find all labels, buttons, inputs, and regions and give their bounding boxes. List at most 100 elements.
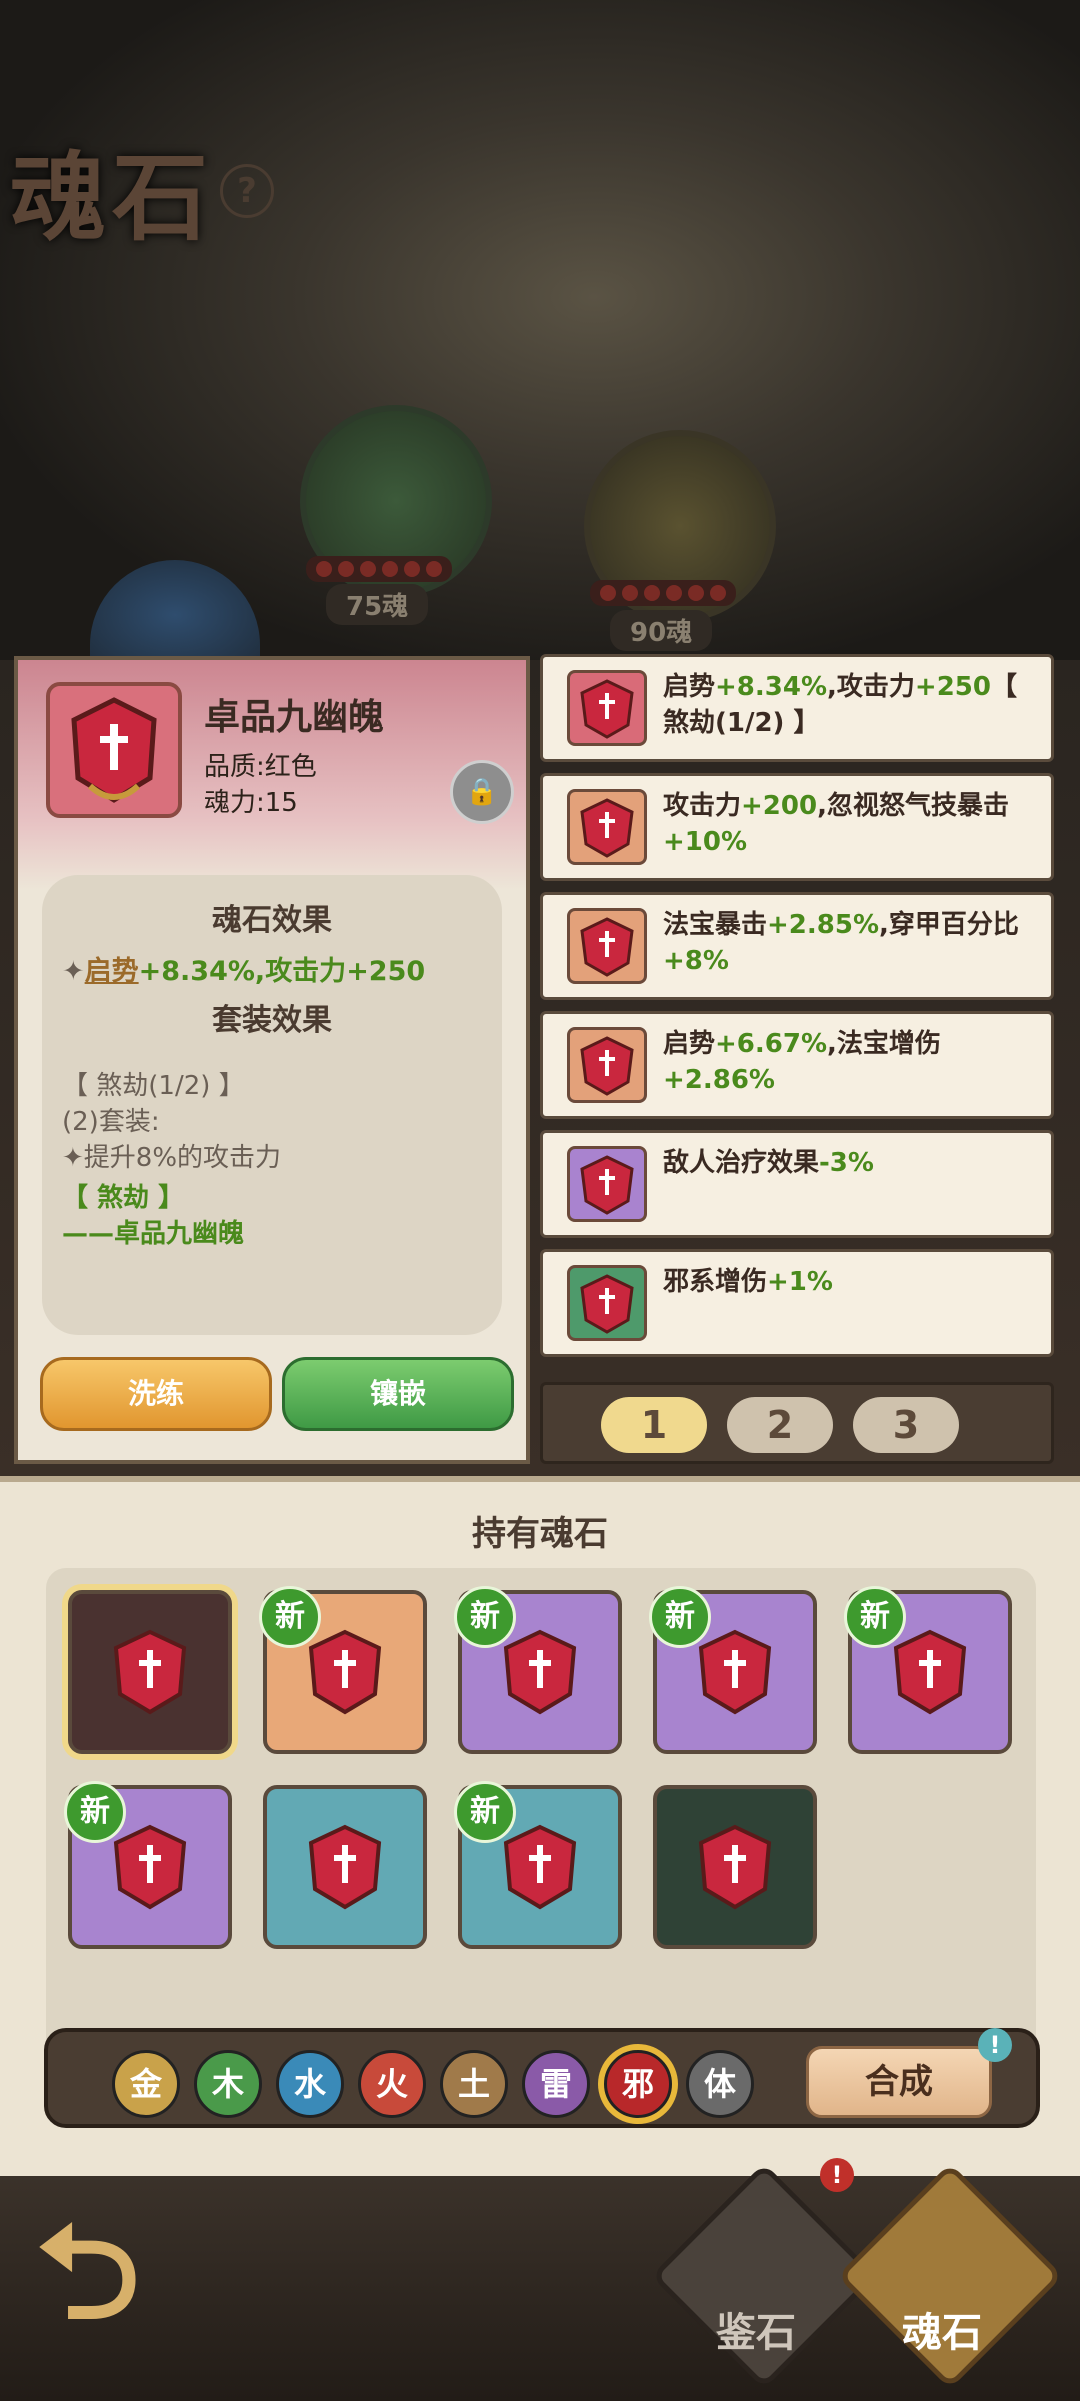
stone-stat-text: 法宝暴击+2.85%,穿甲百分比 +8% (663, 907, 1043, 979)
soulstone-icon (567, 1146, 647, 1222)
stat-label-2: ,忽视怒气技暴击 (817, 791, 1009, 821)
stone-quality: 品质:红色 (204, 752, 317, 782)
stat-value-2: +10% (663, 827, 748, 857)
soulstone-icon (567, 789, 647, 865)
stone-stat-text: 敌人治疗效果-3% (663, 1145, 1043, 1181)
inlay-button[interactable]: 镶嵌 (282, 1357, 514, 1431)
inventory-slot[interactable] (263, 1785, 427, 1949)
gold-orb-label: 90魂 (610, 610, 713, 651)
inventory-slot[interactable]: 新 (649, 1586, 817, 1754)
sparkle-icon: ✦ (62, 1143, 84, 1173)
stat-label: 敌人治疗效果 (663, 1148, 820, 1178)
page-title: 魂石 (10, 141, 214, 254)
appraise-alert-icon: ! (820, 2158, 854, 2192)
inventory-slot[interactable]: 新 (454, 1781, 622, 1949)
stat-value: -3% (819, 1148, 874, 1178)
stat-value-2: +2.86% (663, 1065, 775, 1095)
effect-line: ✦启势+8.34%,攻击力+250 (62, 949, 425, 988)
stone-power: 魂力:15 (204, 788, 298, 818)
inventory-slot[interactable] (68, 1590, 232, 1754)
soulstone-icon (308, 1824, 382, 1910)
filter-6[interactable]: 邪 (604, 2050, 672, 2118)
stone-stat-text: 邪系增伤+1% (663, 1264, 1043, 1300)
effect-val-1: +8.34%, (138, 956, 266, 987)
stat-value: +200 (741, 791, 818, 821)
filter-3[interactable]: 火 (358, 2050, 426, 2118)
stone-stat-card[interactable]: 启势+6.67%,法宝增伤 +2.86% (540, 1011, 1054, 1119)
tab-page-3[interactable]: 3 (853, 1397, 959, 1453)
stat-value: +6.67% (715, 1029, 828, 1059)
new-badge: 新 (259, 1586, 321, 1648)
new-badge: 新 (649, 1586, 711, 1648)
set-bonus-line: ✦提升8%的攻击力 (62, 1137, 281, 1174)
nav-soulstone-label[interactable]: 魂石 (862, 2300, 1022, 2358)
stat-value-2: +8% (663, 946, 729, 976)
inventory-slot[interactable]: 新 (844, 1586, 1012, 1754)
inventory-slot[interactable] (653, 1785, 817, 1949)
stone-stat-text: 攻击力+200,忽视怒气技暴击 +10% (663, 788, 1043, 860)
filter-1[interactable]: 木 (194, 2050, 262, 2118)
wood-orb-dots (306, 556, 452, 582)
soulstone-icon (698, 1824, 772, 1910)
stone-name: 卓品九幽魄 (204, 697, 385, 738)
effect-title: 魂石效果 (212, 903, 332, 938)
effect-val-2: +250 (346, 956, 426, 987)
inventory-grid: 新新新新新新 (46, 1568, 1036, 2088)
new-badge: 新 (454, 1586, 516, 1648)
stone-detail-panel: 卓品九幽魄 品质:红色 魂力:15 🔒 魂石效果 ✦启势+8.34%,攻击力+2… (14, 656, 530, 1464)
stat-label: 启势 (663, 672, 716, 702)
stone-stat-card[interactable]: 攻击力+200,忽视怒气技暴击 +10% (540, 773, 1054, 881)
page-tabs: 1 2 3 (540, 1382, 1054, 1464)
stone-stat-text: 启势+6.67%,法宝增伤 +2.86% (663, 1026, 1043, 1098)
stat-label: 攻击力 (663, 791, 742, 821)
tab-page-2[interactable]: 2 (727, 1397, 833, 1453)
stat-value: +2.85% (767, 910, 880, 940)
gold-orb-dots (590, 580, 736, 606)
filter-4[interactable]: 土 (440, 2050, 508, 2118)
set-bonus: 提升8%的攻击力 (83, 1143, 282, 1173)
stat-label-2: ,穿甲百分比 (879, 910, 1019, 940)
soulstone-icon (567, 908, 647, 984)
stone-stat-card[interactable]: 启势+8.34%,攻击力+250【 煞劫(1/2) 】 (540, 654, 1054, 762)
tab-page-1[interactable]: 1 (601, 1397, 707, 1453)
stat-label: 法宝暴击 (663, 910, 768, 940)
help-icon[interactable]: ? (220, 164, 274, 218)
combine-button[interactable]: 合成 (806, 2046, 992, 2118)
filter-2[interactable]: 水 (276, 2050, 344, 2118)
wash-button[interactable]: 洗练 (40, 1357, 272, 1431)
stone-preview-icon (46, 682, 182, 818)
effect-stat-2: 攻击力 (265, 956, 347, 987)
soulstone-icon (567, 670, 647, 746)
set-name: 【 煞劫(1/2) 】 (62, 1071, 245, 1101)
set-count: (2)套装: (62, 1107, 160, 1137)
soulstone-icon (113, 1629, 187, 1715)
set-title: 套装效果 (212, 1003, 332, 1038)
stat-value-2: +250 (914, 672, 991, 702)
wood-orb-label: 75魂 (326, 584, 429, 625)
soulstone-icon (567, 1265, 647, 1341)
lock-icon[interactable]: 🔒 (450, 760, 514, 824)
new-badge: 新 (844, 1586, 906, 1648)
nav-appraise-label[interactable]: 鉴石 (676, 2300, 836, 2358)
back-arrow-icon[interactable]: ⮌ (36, 2202, 176, 2342)
stat-label-2: ,法宝增伤 (827, 1029, 941, 1059)
combine-alert-icon: ! (978, 2028, 1012, 2062)
filter-5[interactable]: 雷 (522, 2050, 590, 2118)
effect-box: 魂石效果 ✦启势+8.34%,攻击力+250 套装效果 【 煞劫(1/2) 】 … (42, 875, 502, 1335)
effect-stat-1[interactable]: 启势 (85, 956, 139, 987)
stat-value: +1% (767, 1267, 833, 1297)
sparkle-icon: ✦ (62, 956, 85, 987)
inventory-slot[interactable]: 新 (454, 1586, 622, 1754)
set-tag: 【 煞劫 】 (62, 1183, 185, 1213)
filter-7[interactable]: 体 (686, 2050, 754, 2118)
stat-label: 启势 (663, 1029, 716, 1059)
inventory-slot[interactable]: 新 (64, 1781, 232, 1949)
stat-value: +8.34% (715, 672, 828, 702)
inventory-slot[interactable]: 新 (259, 1586, 427, 1754)
stone-stat-card[interactable]: 法宝暴击+2.85%,穿甲百分比 +8% (540, 892, 1054, 1000)
stone-stat-card[interactable]: 邪系增伤+1% (540, 1249, 1054, 1357)
filter-0[interactable]: 金 (112, 2050, 180, 2118)
stat-label: 邪系增伤 (663, 1267, 768, 1297)
stat-label-2: ,攻击力 (827, 672, 915, 702)
stone-stat-card[interactable]: 敌人治疗效果-3% (540, 1130, 1054, 1238)
